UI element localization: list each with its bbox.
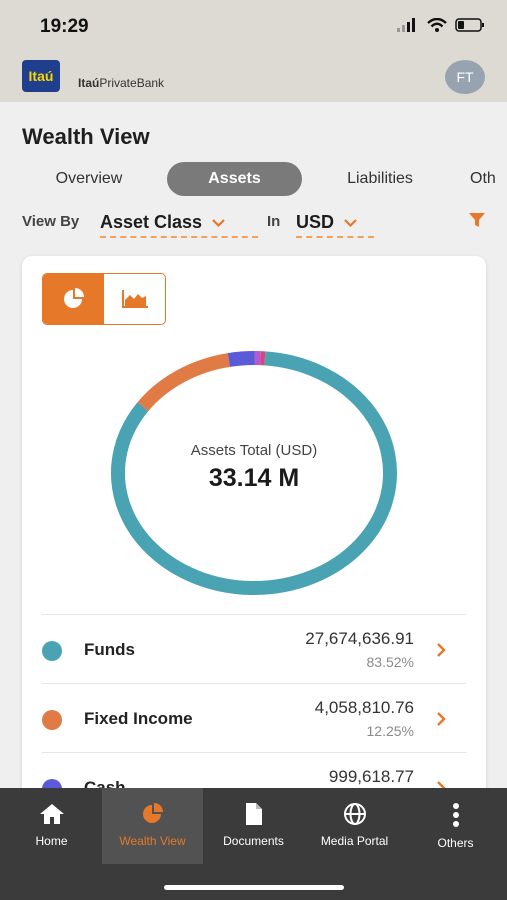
battery-icon (455, 18, 484, 32)
chevron-right-icon[interactable] (436, 642, 446, 663)
brand-name-rest: PrivateBank (99, 76, 165, 90)
asset-class-select[interactable]: Asset Class (100, 208, 258, 238)
home-icon (39, 804, 64, 824)
bottom-navigation: Home Wealth View Documents Media Portal … (0, 788, 507, 900)
asset-class-value: Asset Class (100, 211, 203, 232)
tab-bar: Overview Assets Liabilities Oth (0, 160, 507, 196)
tab-others[interactable]: Oth (470, 162, 507, 196)
nav-label: Wealth View (119, 834, 186, 848)
chevron-down-icon (212, 214, 225, 230)
brand-name-bold: Itaú (78, 76, 100, 90)
brand-name: ItaúPrivateBank (78, 76, 164, 90)
asset-list: Funds 27,674,636.91 83.52% Fixed Income … (42, 614, 466, 796)
asset-row-funds[interactable]: Funds 27,674,636.91 83.52% (42, 614, 466, 683)
tab-assets[interactable]: Assets (167, 162, 302, 196)
funds-color-dot (42, 641, 62, 661)
status-bar: 19:29 (0, 0, 507, 52)
tab-liabilities[interactable]: Liabilities (322, 162, 438, 196)
asset-percent: 83.52% (366, 654, 414, 670)
pie-chart-icon (142, 803, 163, 823)
chart-type-toggle (42, 273, 166, 325)
currency-select[interactable]: USD (296, 208, 374, 238)
asset-amount: 27,674,636.91 (305, 629, 414, 648)
page-title: Wealth View (22, 124, 150, 149)
in-label: In (267, 213, 281, 230)
nav-media-portal[interactable]: Media Portal (304, 788, 405, 864)
nav-label: Others (437, 836, 474, 850)
nav-others[interactable]: Others (405, 788, 506, 864)
donut-total-value: 33.14 M (208, 464, 300, 492)
view-by-row: View By Asset Class In USD (22, 208, 492, 240)
area-chart-icon (121, 290, 148, 308)
nav-label: Documents (223, 834, 284, 848)
document-icon (245, 803, 262, 825)
status-time: 19:29 (40, 16, 89, 37)
asset-percent: 12.25% (366, 723, 414, 739)
chevron-right-icon[interactable] (436, 711, 446, 732)
area-view-button[interactable] (104, 274, 165, 324)
assets-card: Assets Total (USD) 33.14 M Funds 27,674,… (22, 256, 486, 796)
filter-icon[interactable] (468, 212, 486, 233)
more-vertical-icon (452, 803, 459, 827)
nav-home[interactable]: Home (1, 788, 102, 864)
view-by-label: View By (22, 213, 80, 230)
donut-total-label: Assets Total (USD) (190, 442, 318, 459)
donut-segment-cash[interactable] (227, 351, 255, 367)
globe-icon (343, 803, 366, 825)
itau-logo: Itaú (22, 60, 60, 92)
wifi-icon (427, 18, 447, 32)
donut-segment-fixed-income[interactable] (137, 353, 231, 412)
asset-amount: 4,058,810.76 (314, 698, 414, 717)
asset-row-fixed-income[interactable]: Fixed Income 4,058,810.76 12.25% (42, 683, 466, 752)
asset-name: Fixed Income (84, 709, 193, 728)
nav-label: Media Portal (320, 834, 389, 848)
chevron-down-icon (344, 214, 357, 230)
app-header: Itaú ItaúPrivateBank FT (0, 52, 507, 102)
asset-amount: 999,618.77 (328, 767, 414, 786)
fixed-income-color-dot (42, 710, 62, 730)
pie-chart-icon (63, 288, 84, 308)
tab-overview[interactable]: Overview (30, 162, 148, 196)
nav-label: Home (35, 834, 68, 848)
currency-value: USD (296, 211, 335, 232)
asset-name: Funds (84, 640, 135, 659)
cellular-signal-icon (397, 18, 415, 32)
user-avatar[interactable]: FT (445, 60, 485, 94)
nav-wealth-view[interactable]: Wealth View (102, 788, 203, 864)
pie-view-button[interactable] (43, 274, 104, 324)
nav-documents[interactable]: Documents (203, 788, 304, 864)
home-indicator (164, 885, 344, 890)
status-icons (397, 18, 485, 32)
